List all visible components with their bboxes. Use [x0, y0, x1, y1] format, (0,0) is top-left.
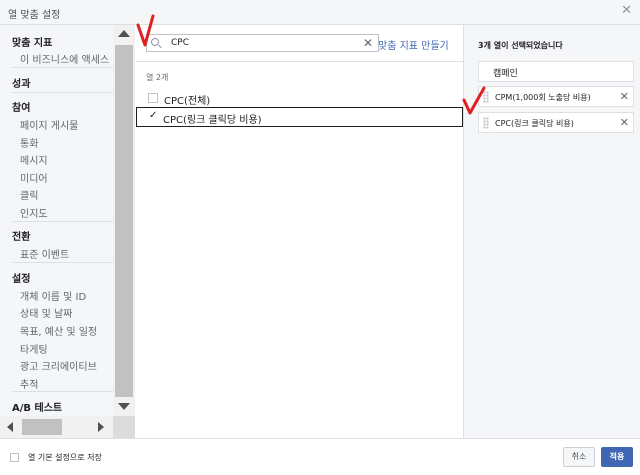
- selected-columns-panel: 3개 열이 선택되었습니다 캠페인 CPM(1,000회 노출당 비용) ✕ C…: [463, 25, 640, 438]
- sidebar-item[interactable]: 광고 크리에이티브: [20, 358, 97, 373]
- divider: [12, 92, 113, 93]
- column-option-selected[interactable]: ✓ CPC(링크 클릭당 비용): [136, 107, 463, 127]
- sidebar-item[interactable]: 개체 이름 및 ID: [20, 288, 86, 303]
- drag-handle-icon[interactable]: [483, 91, 489, 103]
- fixed-column-label: 캠페인: [493, 69, 518, 79]
- column-search-panel: CPC ✕ 맞춤 지표 만들기 열 2개 CPC(전체) ✓ CPC(링크 클릭…: [136, 25, 463, 438]
- scroll-down-icon[interactable]: [118, 403, 130, 410]
- fixed-column: 캠페인: [478, 61, 634, 82]
- search-value[interactable]: CPC: [171, 38, 189, 48]
- close-icon[interactable]: ✕: [621, 4, 632, 17]
- sidebar-section-performance[interactable]: 성과: [12, 75, 30, 90]
- category-sidebar: 맞춤 지표 이 비즈니스에 액세스 성과 참여 페이지 게시물 통화 메시지 미…: [0, 25, 135, 438]
- chip-label: CPM(1,000회 노출당 비용): [495, 93, 591, 102]
- scrollbar-corner: [113, 416, 135, 438]
- sidebar-item[interactable]: 클릭: [20, 187, 38, 202]
- selected-column-chip[interactable]: CPC(링크 클릭당 비용) ✕: [478, 112, 634, 133]
- dialog-title: 열 맞춤 설정: [8, 10, 61, 21]
- dialog-footer: 열 기본 설정으로 저장 취소 적용: [0, 438, 640, 475]
- divider: [12, 221, 113, 222]
- column-option[interactable]: CPC(전체): [146, 89, 453, 107]
- sidebar-item[interactable]: 인지도: [20, 205, 48, 220]
- remove-icon[interactable]: ✕: [620, 116, 629, 129]
- sidebar-item[interactable]: 상태 및 날짜: [20, 305, 72, 320]
- vertical-scrollbar[interactable]: [113, 25, 135, 416]
- category-list: 맞춤 지표 이 비즈니스에 액세스 성과 참여 페이지 게시물 통화 메시지 미…: [0, 25, 113, 416]
- sidebar-item[interactable]: 이 비즈니스에 액세스: [20, 51, 109, 66]
- save-default-label: 열 기본 설정으로 저장: [28, 453, 102, 462]
- sidebar-section-settings[interactable]: 설정: [12, 270, 30, 285]
- dialog-header: 열 맞춤 설정 ✕: [0, 0, 640, 25]
- sidebar-item[interactable]: 페이지 게시물: [20, 117, 78, 132]
- sidebar-item[interactable]: 타게팅: [20, 341, 48, 356]
- sidebar-section-custom-metrics[interactable]: 맞춤 지표: [12, 34, 52, 49]
- scroll-right-icon[interactable]: [98, 422, 104, 432]
- save-default-checkbox[interactable]: [10, 453, 19, 462]
- checkbox[interactable]: [148, 93, 158, 103]
- create-custom-metric-link[interactable]: 맞춤 지표 만들기: [378, 37, 449, 52]
- apply-button[interactable]: 적용: [601, 447, 633, 467]
- scrollbar-thumb[interactable]: [22, 419, 62, 435]
- sidebar-section-engagement[interactable]: 참여: [12, 99, 30, 114]
- sidebar-section-ab-test[interactable]: A/B 테스트: [12, 399, 62, 414]
- scroll-up-icon[interactable]: [118, 30, 130, 37]
- column-option-label: CPC(링크 클릭당 비용): [163, 115, 262, 126]
- selected-count: 3개 열이 선택되었습니다: [478, 41, 563, 50]
- sidebar-section-conversions[interactable]: 전환: [12, 228, 30, 243]
- chip-label: CPC(링크 클릭당 비용): [495, 119, 574, 128]
- scrollbar-thumb[interactable]: [115, 45, 133, 397]
- checkmark-icon[interactable]: ✓: [149, 110, 157, 121]
- search-input[interactable]: CPC ✕: [146, 34, 379, 52]
- sidebar-item[interactable]: 목표, 예산 및 일정: [20, 323, 97, 338]
- horizontal-scrollbar[interactable]: [0, 416, 113, 438]
- divider: [12, 262, 113, 263]
- sidebar-item[interactable]: 통화: [20, 135, 38, 150]
- cancel-button[interactable]: 취소: [563, 447, 595, 467]
- sidebar-item[interactable]: 추적: [20, 376, 38, 391]
- divider: [136, 61, 463, 62]
- divider: [12, 391, 113, 392]
- result-count: 열 2개: [146, 73, 169, 82]
- sidebar-item[interactable]: 표준 이벤트: [20, 246, 69, 261]
- search-icon: [151, 38, 159, 46]
- drag-handle-icon[interactable]: [483, 117, 489, 129]
- sidebar-item[interactable]: 미디어: [20, 170, 48, 185]
- divider: [12, 67, 113, 68]
- column-option-label: CPC(전체): [164, 96, 211, 107]
- sidebar-item[interactable]: 메시지: [20, 152, 48, 167]
- scroll-left-icon[interactable]: [7, 422, 13, 432]
- selected-column-chip[interactable]: CPM(1,000회 노출당 비용) ✕: [478, 86, 634, 107]
- clear-search-icon[interactable]: ✕: [363, 36, 373, 50]
- remove-icon[interactable]: ✕: [620, 90, 629, 103]
